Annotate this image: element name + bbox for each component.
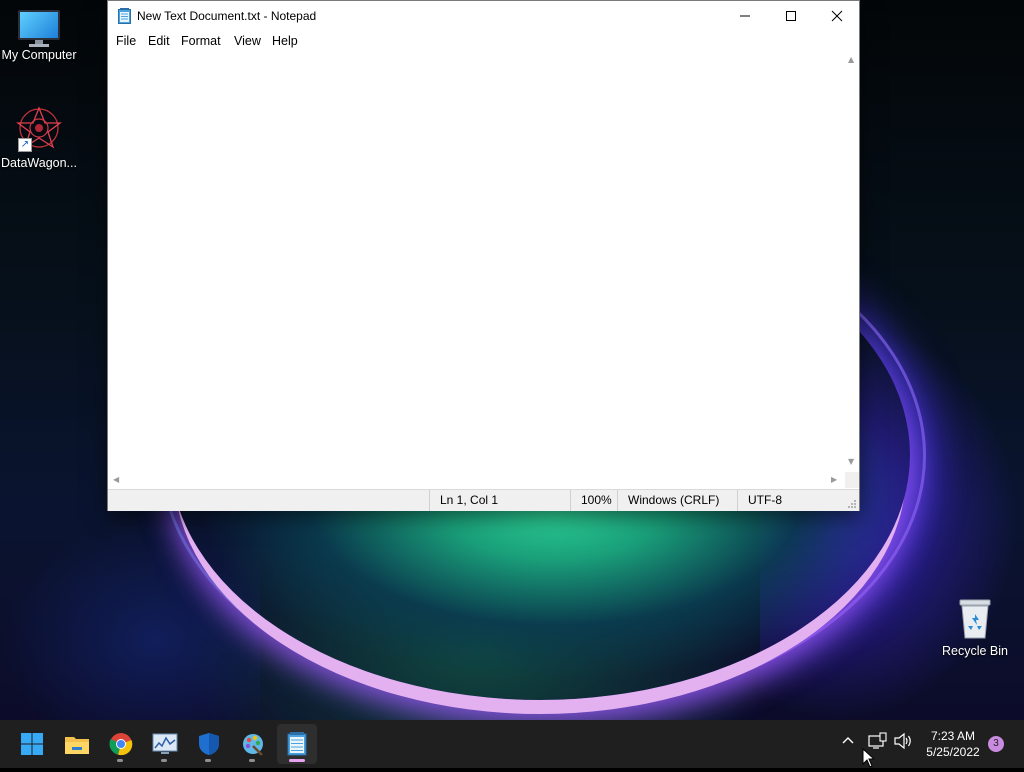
status-zoom: 100% [570, 490, 617, 511]
taskbar-notepad[interactable] [277, 724, 317, 764]
vertical-scrollbar[interactable]: ▲ ▼ [845, 51, 859, 472]
tray-volume-button[interactable] [893, 732, 913, 755]
computer-icon [18, 10, 60, 47]
scroll-left-icon[interactable]: ◀ [113, 475, 119, 484]
clock-date: 5/25/2022 [926, 745, 980, 759]
taskbar-file-explorer[interactable] [57, 724, 97, 764]
status-position: Ln 1, Col 1 [429, 490, 570, 511]
desktop-icon-label: Recycle Bin [942, 644, 1008, 658]
menu-format[interactable]: Format [181, 34, 221, 48]
notepad-window: New Text Document.txt - Notepad File Edi… [107, 0, 860, 511]
shortcut-arrow-icon: ↗ [18, 138, 32, 152]
chevron-up-icon [842, 737, 854, 744]
title-bar[interactable]: New Text Document.txt - Notepad [108, 1, 859, 31]
windows-start-icon [21, 733, 43, 755]
maximize-icon [786, 11, 796, 21]
notepad-icon [287, 732, 307, 756]
text-editor[interactable] [109, 51, 845, 472]
menu-view[interactable]: View [234, 34, 261, 48]
desktop-icon-datawagon[interactable]: ↗ DataWagon... [1, 106, 77, 170]
tray-overflow-button[interactable] [840, 732, 856, 753]
menu-file[interactable]: File [116, 34, 136, 48]
taskbar-chrome[interactable] [101, 724, 141, 764]
close-icon [831, 10, 843, 22]
horizontal-scrollbar[interactable]: ◀ ▶ [109, 472, 845, 488]
status-line-ending: Windows (CRLF) [617, 490, 737, 511]
mouse-cursor-icon [862, 747, 876, 772]
menu-edit[interactable]: Edit [148, 34, 170, 48]
scroll-right-icon[interactable]: ▶ [831, 475, 837, 484]
folder-icon [65, 737, 89, 754]
notification-badge[interactable]: 3 [988, 736, 1004, 752]
desktop-icon-recycle-bin[interactable]: Recycle Bin [937, 598, 1013, 658]
resize-grip-icon[interactable] [847, 499, 857, 509]
minimize-button[interactable] [722, 1, 768, 31]
menu-bar: File Edit Format View Help [108, 31, 859, 51]
recycle-bin-icon [957, 598, 993, 640]
taskbar-security[interactable] [189, 724, 229, 764]
window-title: New Text Document.txt - Notepad [137, 9, 317, 23]
desktop-icon-my-computer[interactable]: My Computer [1, 10, 77, 62]
chart-monitor-icon [152, 733, 178, 754]
datawagon-icon: ↗ [16, 106, 62, 152]
taskbar-start-button[interactable] [12, 724, 52, 764]
clock-time: 7:23 AM [930, 729, 976, 743]
speaker-icon [894, 732, 911, 750]
scroll-up-icon[interactable]: ▲ [848, 55, 854, 64]
menu-help[interactable]: Help [272, 34, 298, 48]
paint-palette-icon [243, 734, 263, 756]
status-bar: Ln 1, Col 1 100% Windows (CRLF) UTF-8 [108, 489, 859, 511]
status-encoding: UTF-8 [737, 490, 845, 511]
scroll-down-icon[interactable]: ▼ [848, 457, 854, 466]
taskbar-paint[interactable] [233, 724, 273, 764]
minimize-icon [740, 15, 750, 17]
notepad-icon [118, 8, 131, 24]
maximize-button[interactable] [768, 1, 814, 31]
shield-icon [199, 733, 219, 755]
desktop-icon-label: My Computer [1, 48, 77, 62]
taskbar-clock[interactable]: 7:23 AM 5/25/2022 [918, 728, 988, 760]
scrollbar-corner [845, 472, 859, 488]
desktop-icon-label: DataWagon... [1, 156, 77, 170]
taskbar-resource-monitor[interactable] [145, 724, 185, 764]
chrome-icon [109, 733, 133, 756]
close-button[interactable] [814, 1, 860, 31]
